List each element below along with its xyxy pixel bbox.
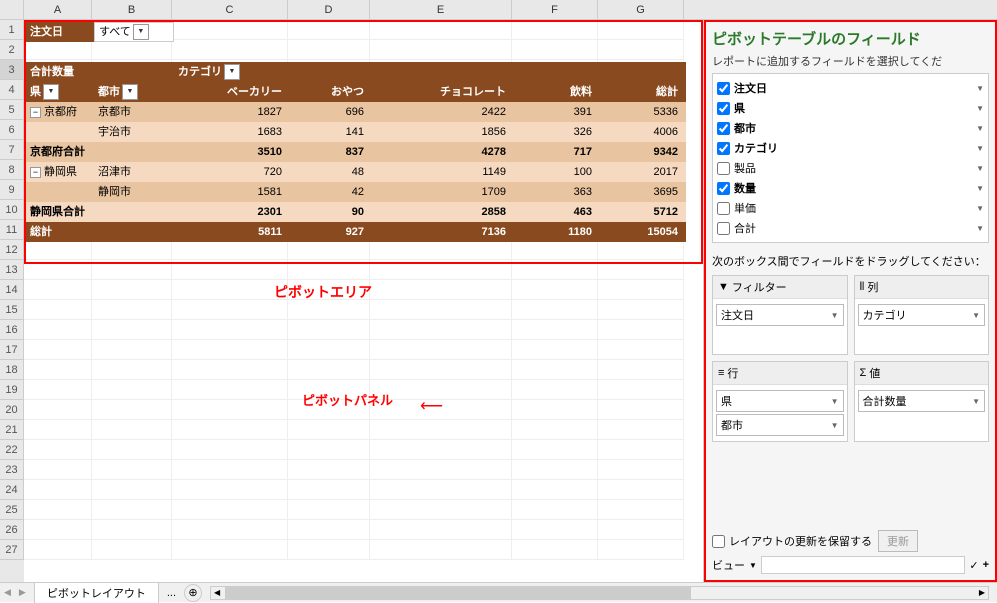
filter-field-label: 注文日 <box>26 22 94 42</box>
filter-zone[interactable]: ▼フィルター 注文日▼ <box>712 275 848 355</box>
chevron-down-icon[interactable]: ▼ <box>976 104 984 113</box>
row-city-header: 都市 <box>98 82 120 102</box>
col-B[interactable]: B <box>92 0 172 19</box>
zone-field[interactable]: 都市▼ <box>716 414 844 436</box>
drag-instruction: 次のボックス間でフィールドをドラッグしてください： <box>712 253 989 269</box>
pivot-field-panel: ピボットテーブルのフィールド レポートに追加するフィールドを選択してくだ 注文日… <box>704 20 997 582</box>
col-A[interactable]: A <box>24 0 92 19</box>
chevron-down-icon[interactable]: ▼ <box>976 124 984 133</box>
category-header: カテゴリ <box>178 62 222 82</box>
sheet-tabs: ◀ ▶ ピボットレイアウト ... ⊕ ◀ ▶ <box>0 582 997 602</box>
city-filter-icon[interactable] <box>122 84 138 100</box>
panel-title: ピボットテーブルのフィールド <box>712 28 989 49</box>
row-headers: 1 2 3 4 5 6 7 8 9 10 11 12 13 14 15 16 1… <box>0 20 24 582</box>
row-pref-header: 県 <box>30 82 41 102</box>
column-headers: A B C D E F G <box>0 0 997 20</box>
check-icon[interactable]: ✓ <box>969 559 978 572</box>
tab-more[interactable]: ... <box>167 587 176 599</box>
grand-total-row: 総計 58119277136118015054 <box>26 222 701 242</box>
horizontal-scrollbar[interactable]: ◀ ▶ <box>210 586 989 600</box>
measure-label: 合計数量 <box>26 62 94 82</box>
chevron-down-icon[interactable]: ▼ <box>976 184 984 193</box>
sheet-tab[interactable]: ピボットレイアウト <box>34 582 159 603</box>
update-button[interactable]: 更新 <box>878 530 918 552</box>
col-D[interactable]: D <box>288 0 370 19</box>
collapse-icon[interactable]: − <box>30 107 41 118</box>
col-F[interactable]: F <box>512 0 598 19</box>
view-input[interactable] <box>761 556 965 574</box>
table-row: 宇治市 168314118563264006 <box>26 122 701 142</box>
spreadsheet-grid[interactable]: 注文日 すべて 合計数量 カテゴリ 県 都市 ベーカリー おやつ チョコレート … <box>24 20 704 582</box>
table-row: −静岡県 沼津市 7204811491002017 <box>26 162 701 182</box>
chevron-down-icon[interactable]: ▼ <box>976 144 984 153</box>
chevron-down-icon[interactable]: ▼ <box>976 204 984 213</box>
value-zone[interactable]: Σ値 合計数量▼ <box>854 361 990 442</box>
collapse-icon[interactable]: − <box>30 167 41 178</box>
col-drink: 飲料 <box>514 82 600 102</box>
sigma-icon: Σ <box>860 367 867 379</box>
col-C[interactable]: C <box>172 0 288 19</box>
col-snack: おやつ <box>290 82 372 102</box>
view-label: ビュー <box>712 557 745 573</box>
field-item[interactable]: 数量▼ <box>717 178 984 198</box>
zone-field[interactable]: 県▼ <box>716 390 844 412</box>
filter-dropdown-icon[interactable] <box>133 24 149 40</box>
rows-icon: ≡ <box>718 367 724 379</box>
panel-subtitle: レポートに追加するフィールドを選択してくだ <box>712 53 989 69</box>
tab-nav-next[interactable]: ▶ <box>15 587 30 598</box>
col-choco: チョコレート <box>372 82 514 102</box>
subtotal-row: 静岡県合計 23019028584635712 <box>26 202 701 222</box>
col-total: 総計 <box>600 82 686 102</box>
col-E[interactable]: E <box>370 0 512 19</box>
field-list: 注文日▼県▼都市▼カテゴリ▼製品▼数量▼単価▼合計▼ <box>712 73 989 243</box>
zone-field[interactable]: カテゴリ▼ <box>858 304 986 326</box>
field-item[interactable]: 都市▼ <box>717 118 984 138</box>
col-filter-icon[interactable] <box>224 64 240 80</box>
pivot-area: 注文日 すべて 合計数量 カテゴリ 県 都市 ベーカリー おやつ チョコレート … <box>24 20 703 264</box>
field-item[interactable]: 製品▼ <box>717 158 984 178</box>
pivot-area-annotation: ピボットエリア <box>274 282 372 302</box>
subtotal-row: 京都府合計 351083742787179342 <box>26 142 701 162</box>
col-bakery: ベーカリー <box>174 82 290 102</box>
add-sheet-button[interactable]: ⊕ <box>184 584 202 602</box>
defer-checkbox[interactable]: レイアウトの更新を保留する <box>712 533 872 549</box>
tab-nav-prev[interactable]: ◀ <box>0 587 15 598</box>
zone-field[interactable]: 注文日▼ <box>716 304 844 326</box>
table-row: −京都府 京都市 182769624223915336 <box>26 102 701 122</box>
chevron-down-icon[interactable]: ▼ <box>749 561 757 570</box>
field-item[interactable]: 注文日▼ <box>717 78 984 98</box>
col-G[interactable]: G <box>598 0 684 19</box>
zone-field[interactable]: 合計数量▼ <box>858 390 986 412</box>
plus-icon[interactable]: + <box>983 559 989 571</box>
pivot-panel-annotation: ピボットパネル <box>302 390 393 409</box>
column-zone[interactable]: ⦀列 カテゴリ▼ <box>854 275 990 355</box>
field-item[interactable]: 単価▼ <box>717 198 984 218</box>
field-item[interactable]: 県▼ <box>717 98 984 118</box>
chevron-down-icon[interactable]: ▼ <box>976 84 984 93</box>
pref-filter-icon[interactable] <box>43 84 59 100</box>
chevron-down-icon[interactable]: ▼ <box>976 164 984 173</box>
columns-icon: ⦀ <box>860 281 865 294</box>
chevron-down-icon[interactable]: ▼ <box>976 224 984 233</box>
field-item[interactable]: カテゴリ▼ <box>717 138 984 158</box>
table-row: 静岡市 15814217093633695 <box>26 182 701 202</box>
arrow-icon: ⟵ <box>420 396 443 416</box>
row-zone[interactable]: ≡行 県▼都市▼ <box>712 361 848 442</box>
field-item[interactable]: 合計▼ <box>717 218 984 238</box>
filter-value: すべて <box>99 22 131 42</box>
filter-icon: ▼ <box>718 281 729 293</box>
